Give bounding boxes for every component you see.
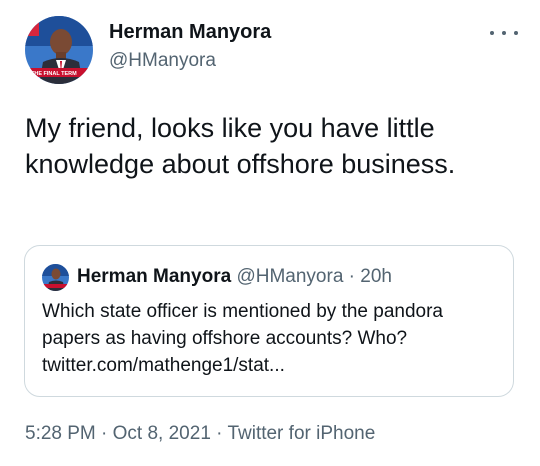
tweet-footer: 5:28 PM · Oct 8, 2021 · Twitter for iPho… <box>25 423 375 445</box>
quoted-tweet-card[interactable]: Herman Manyora @HManyora · 20h Which sta… <box>24 245 514 397</box>
quoted-author-avatar[interactable] <box>42 264 69 291</box>
quoted-tweet-text: Which state officer is mentioned by the … <box>42 298 502 379</box>
quoted-author-handle: @HManyora <box>236 266 344 287</box>
author-name[interactable]: Herman Manyora <box>109 22 271 42</box>
more-horizontal-icon-dot <box>502 31 506 35</box>
quoted-text-line: papers as having offshore accounts? Who? <box>42 328 408 349</box>
quoted-tweet-header: Herman Manyora @HManyora · 20h <box>77 266 392 288</box>
author-handle[interactable]: @HManyora <box>109 51 271 70</box>
quoted-text-line: Which state officer is mentioned by the … <box>42 301 443 322</box>
author-avatar[interactable]: THE FINAL TERM <box>25 16 93 84</box>
avatar-banner-text: THE FINAL TERM <box>31 71 77 77</box>
tweet-date[interactable]: Oct 8, 2021 <box>113 423 211 444</box>
more-options-button[interactable] <box>490 26 518 40</box>
tweet-text: My friend, looks like you have little kn… <box>25 113 456 179</box>
author-info: Herman Manyora @HManyora <box>109 22 271 70</box>
footer-separator: · <box>95 423 113 444</box>
tweet-source[interactable]: Twitter for iPhone <box>227 423 375 444</box>
more-horizontal-icon-dot <box>514 31 518 35</box>
quoted-separator: · <box>343 266 361 287</box>
quoted-author-name: Herman Manyora <box>77 266 232 287</box>
author-avatar-image: THE FINAL TERM <box>25 16 93 84</box>
tweet-time[interactable]: 5:28 PM <box>25 423 96 444</box>
quoted-link: twitter.com/mathenge1/stat... <box>42 355 285 376</box>
quoted-tweet-time: 20h <box>360 266 392 287</box>
quoted-avatar-image <box>42 264 69 291</box>
footer-separator: · <box>210 423 228 444</box>
more-horizontal-icon-dot <box>490 31 494 35</box>
